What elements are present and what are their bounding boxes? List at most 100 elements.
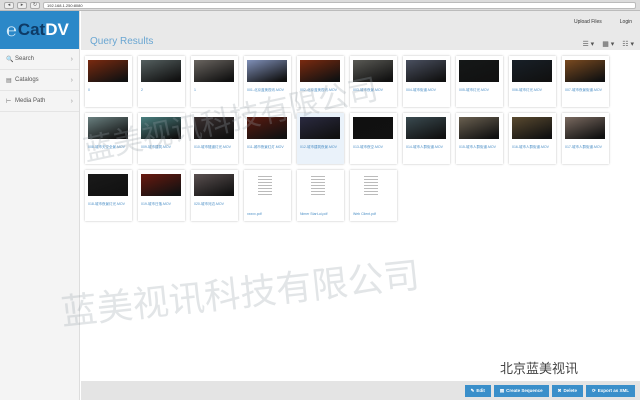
sidebar-item-media-path[interactable]: ⊢ Media Path ›: [0, 91, 79, 112]
media-card[interactable]: 010-城市隧道灯光.MOV: [191, 113, 238, 164]
video-thumbnail: [88, 174, 128, 196]
action-label: Delete: [563, 388, 577, 393]
brand-watermark: 北京蓝美视讯: [500, 361, 579, 376]
chevron-right-icon: ›: [70, 97, 73, 105]
media-label: 002-北京蓝美视讯.MOV: [300, 88, 337, 92]
sidebar: ℮ Cat DV 🔍 Search › ▤ Catalogs › ⊢ Media Path ›: [0, 11, 80, 400]
upload-files-link[interactable]: Upload Files: [574, 19, 602, 25]
media-label: 004-城市街道.MOV: [406, 88, 436, 92]
list-view-button[interactable]: ☰ ▾: [582, 40, 594, 48]
media-card[interactable]: 012-城市建筑夜景.MOV: [297, 113, 344, 164]
action-label: Export as XML: [597, 388, 629, 393]
media-card[interactable]: 009-城市建筑.MOV: [138, 113, 185, 164]
video-thumbnail: [141, 60, 181, 82]
grid-view-button[interactable]: ▦ ▾: [602, 40, 614, 48]
video-thumbnail: [512, 60, 552, 82]
media-card[interactable]: 1: [191, 56, 238, 107]
media-card[interactable]: 020-城市河边.MOV: [191, 170, 238, 221]
media-card[interactable]: 001-北京蓝美视讯.MOV: [244, 56, 291, 107]
media-card[interactable]: 013-城市夜空.MOV: [350, 113, 397, 164]
video-thumbnail: [459, 60, 499, 82]
media-card[interactable]: 2: [138, 56, 185, 107]
media-card[interactable]: 015-城市人群街道.MOV: [456, 113, 503, 164]
media-card[interactable]: 004-城市街道.MOV: [403, 56, 450, 107]
media-card[interactable]: 016-城市人群街道.MOV: [509, 113, 556, 164]
page-title: Query Results: [90, 36, 154, 47]
sidebar-item-catalogs[interactable]: ▤ Catalogs ›: [0, 70, 79, 91]
media-label: 016-城市人群街道.MOV: [512, 145, 549, 149]
media-card[interactable]: 018-城市夜景灯光.MOV: [85, 170, 132, 221]
media-card[interactable]: 019-城市日落.MOV: [138, 170, 185, 221]
media-card[interactable]: 008-城市天空全景.MOV: [85, 113, 132, 164]
create-sequence-button[interactable]: ▤ Create Sequence: [493, 384, 549, 397]
media-card[interactable]: 0: [85, 56, 132, 107]
media-card[interactable]: 006-城市灯光.MOV: [509, 56, 556, 107]
sidebar-item-label: Catalogs: [15, 77, 39, 83]
action-icon: ✎: [470, 387, 475, 393]
media-label: xxxxx.pdf: [247, 212, 262, 216]
chevron-right-icon: ›: [70, 55, 73, 63]
media-card[interactable]: Web Client.pdf: [350, 170, 397, 221]
sidebar-item-label: Search: [15, 56, 35, 62]
media-label: 019-城市日落.MOV: [141, 202, 171, 206]
video-thumbnail: [88, 117, 128, 139]
media-label: 008-城市天空全景.MOV: [88, 145, 125, 149]
video-thumbnail: [247, 117, 287, 139]
edit-button[interactable]: ✎ Edit: [464, 384, 491, 397]
document-thumbnail: [257, 174, 278, 206]
video-thumbnail: [247, 60, 287, 82]
media-label: 006-城市灯光.MOV: [512, 88, 542, 92]
video-thumbnail: [459, 117, 499, 139]
action-icon: ✖: [557, 387, 562, 393]
media-label: 010-城市隧道灯光.MOV: [194, 145, 231, 149]
action-icon: ▤: [499, 387, 505, 393]
action-label: Edit: [476, 388, 485, 393]
video-thumbnail: [194, 117, 234, 139]
document-thumbnail: [363, 174, 384, 206]
media-label: 013-城市夜空.MOV: [353, 145, 383, 149]
view-options-button[interactable]: ☷ ▾: [622, 40, 634, 48]
export-as-xml-button[interactable]: ⟳ Export as XML: [585, 384, 635, 397]
delete-button[interactable]: ✖ Delete: [551, 384, 583, 397]
video-thumbnail: [565, 60, 605, 82]
logo-text-cat: Cat: [17, 20, 46, 39]
media-label: 005-城市灯光.MOV: [459, 88, 489, 92]
media-label: 014-城市人群街道.MOV: [406, 145, 443, 149]
browser-toolbar: ◂ ▸ ↻ 192.168.1.250:8080: [0, 0, 640, 11]
forward-button[interactable]: ▸: [17, 1, 27, 9]
watermark: 蓝美视讯科技有限公司: [59, 254, 422, 333]
logo-text-dv: DV: [45, 20, 69, 39]
media-card[interactable]: 011-城市夜景红灯.MOV: [244, 113, 291, 164]
sidebar-item-search[interactable]: 🔍 Search ›: [0, 49, 79, 70]
video-thumbnail: [141, 174, 181, 196]
media-card[interactable]: xxxxx.pdf: [244, 170, 291, 221]
media-card[interactable]: 003-城市夜景.MOV: [350, 56, 397, 107]
nav-icon: ⊢: [6, 98, 12, 105]
login-link[interactable]: Login: [620, 19, 632, 25]
media-label: 003-城市夜景.MOV: [353, 88, 383, 92]
catdv-logo: ℮ Cat DV: [0, 11, 79, 49]
url-bar[interactable]: 192.168.1.250:8080: [43, 1, 636, 9]
media-label: 009-城市建筑.MOV: [141, 145, 171, 149]
media-card[interactable]: Nimer Start-ui.pdf: [297, 170, 344, 221]
media-card[interactable]: 002-北京蓝美视讯.MOV: [297, 56, 344, 107]
media-label: 011-城市夜景红灯.MOV: [247, 145, 284, 149]
results-grid: 0 2 1 001-北京蓝美视讯.MOV 002-北京蓝美视讯.MOV 003-城市夜景.…: [85, 56, 635, 221]
video-thumbnail: [406, 60, 446, 82]
video-thumbnail: [353, 117, 393, 139]
media-card[interactable]: 017-城市人群街道.MOV: [562, 113, 609, 164]
video-thumbnail: [194, 174, 234, 196]
media-card[interactable]: 005-城市灯光.MOV: [456, 56, 503, 107]
media-label: 017-城市人群街道.MOV: [565, 145, 602, 149]
video-thumbnail: [353, 60, 393, 82]
reload-button[interactable]: ↻: [30, 1, 40, 9]
media-label: 007-城市夜景街道.MOV: [565, 88, 602, 92]
media-card[interactable]: 007-城市夜景街道.MOV: [562, 56, 609, 107]
media-label: 020-城市河边.MOV: [194, 202, 224, 206]
media-label: 1: [194, 88, 196, 92]
media-card[interactable]: 014-城市人群街道.MOV: [403, 113, 450, 164]
video-thumbnail: [512, 117, 552, 139]
video-thumbnail: [88, 60, 128, 82]
back-button[interactable]: ◂: [4, 1, 14, 9]
sidebar-item-label: Media Path: [15, 98, 46, 104]
